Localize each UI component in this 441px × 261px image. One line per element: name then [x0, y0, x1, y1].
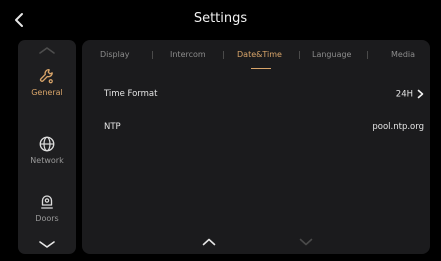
tab-media[interactable]: Media	[391, 50, 415, 59]
ntp-value: pool.ntp.org	[372, 122, 424, 132]
chevron-right-icon	[417, 89, 424, 99]
active-tab-indicator	[251, 68, 271, 69]
tab-bar: Display Intercom Date&Time Language Medi…	[82, 50, 430, 69]
tab-separator	[223, 51, 224, 59]
sidebar: General Network Doors	[18, 40, 76, 254]
sidebar-scroll-up-icon[interactable]	[37, 45, 57, 55]
wrench-icon	[39, 68, 53, 84]
ntp-label: NTP	[104, 122, 121, 132]
sidebar-item-doors[interactable]: Doors	[18, 193, 76, 223]
scroll-up-icon[interactable]	[202, 238, 216, 246]
sidebar-item-general[interactable]: General	[18, 67, 76, 97]
time-format-value: 24H	[395, 89, 413, 100]
sidebar-item-label: Network	[30, 156, 64, 165]
tab-separator	[367, 51, 368, 59]
tab-language[interactable]: Language	[312, 50, 351, 59]
sidebar-scroll-down-icon[interactable]	[37, 240, 57, 250]
tab-display[interactable]: Display	[100, 50, 130, 59]
sidebar-item-label: Doors	[35, 214, 59, 223]
ntp-row[interactable]: NTP pool.ntp.org	[104, 122, 424, 138]
globe-icon	[39, 136, 55, 152]
time-format-value-group: 24H	[396, 89, 424, 100]
top-bar: Settings	[0, 0, 441, 40]
tab-separator	[152, 51, 153, 59]
sidebar-item-network[interactable]: Network	[18, 135, 76, 165]
tab-date-time[interactable]: Date&Time	[237, 50, 282, 59]
doorbell-icon	[41, 195, 53, 209]
page-title: Settings	[193, 11, 248, 26]
scroll-down-icon[interactable]	[299, 238, 313, 246]
settings-panel: Display Intercom Date&Time Language Medi…	[82, 40, 430, 254]
tab-intercom[interactable]: Intercom	[170, 50, 206, 59]
time-format-label: Time Format	[104, 89, 158, 99]
time-format-row[interactable]: Time Format 24H	[104, 89, 424, 105]
sidebar-item-label: General	[31, 88, 63, 97]
tab-separator	[299, 51, 300, 59]
